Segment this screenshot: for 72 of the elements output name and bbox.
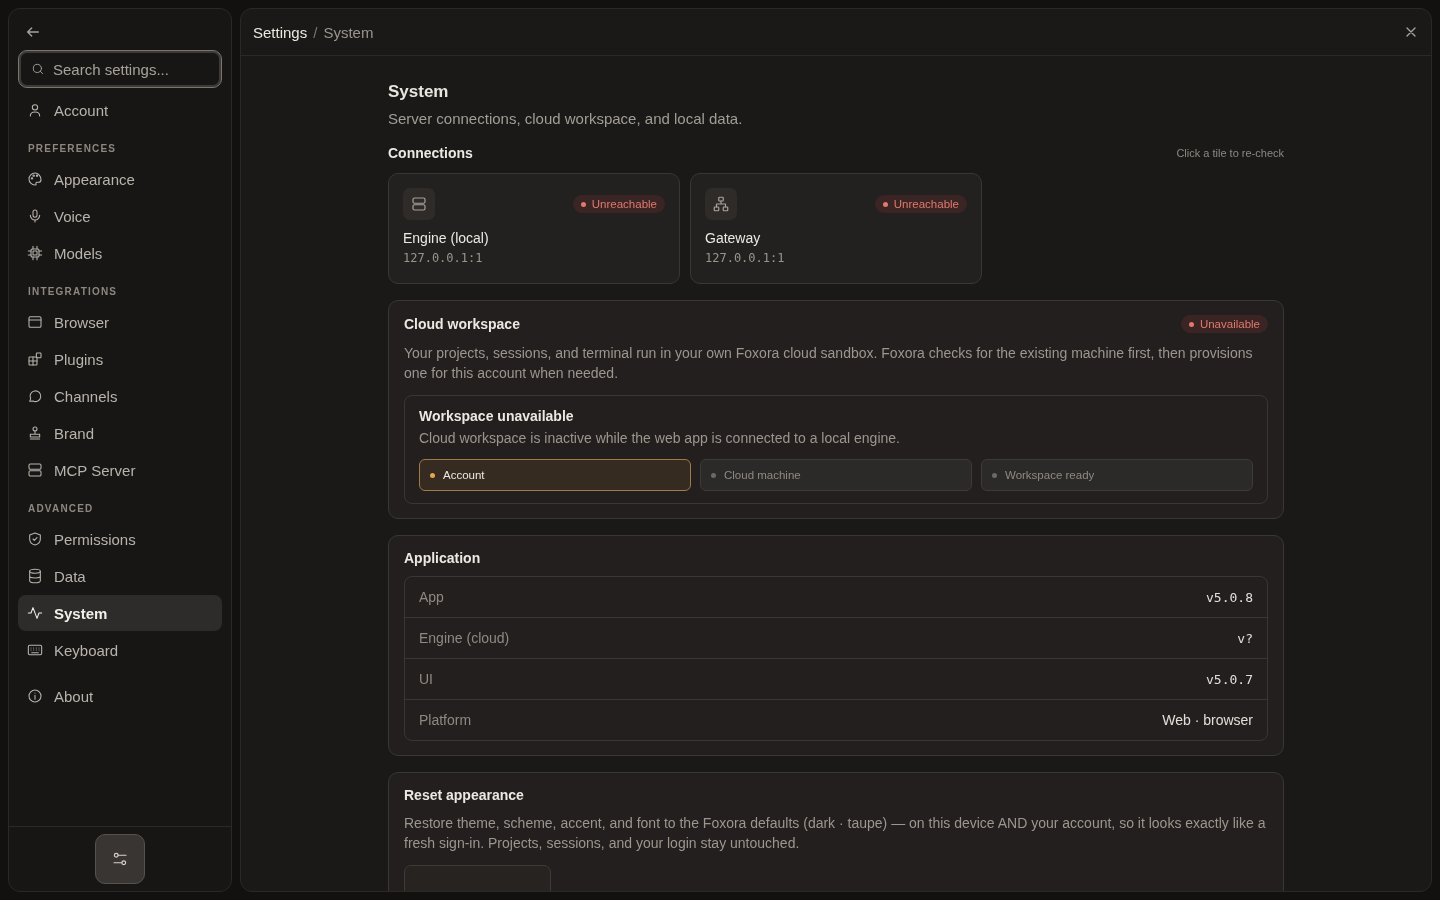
sidebar-item[interactable]: Keyboard — [18, 632, 222, 668]
search-field[interactable]: Search settings... — [18, 50, 222, 88]
sliders-button[interactable] — [95, 834, 145, 884]
status-badge: Unreachable — [572, 195, 665, 213]
info-value: v5.0.7 — [1206, 671, 1253, 687]
section-heading: PREFERENCES — [27, 142, 118, 156]
sidebar-item[interactable]: Brand — [18, 415, 222, 451]
chip-icon — [27, 245, 43, 261]
progress-step: Cloud machine — [700, 459, 972, 491]
sidebar-item[interactable]: Plugins — [18, 341, 222, 377]
sidebar-item[interactable]: Voice — [18, 198, 222, 234]
sidebar-item[interactable]: Browser — [18, 304, 222, 340]
page-title: System — [388, 82, 450, 102]
sidebar-item[interactable]: Channels — [18, 378, 222, 414]
sidebar-item[interactable]: Models — [18, 235, 222, 271]
palette-icon — [27, 171, 43, 187]
notice-text: Cloud workspace is inactive while the web app is connected to a local engine. — [419, 430, 901, 446]
card-title: Reset appearance — [404, 787, 524, 803]
info-value: v? — [1237, 630, 1253, 646]
info-label: App — [419, 589, 444, 605]
shield-icon — [27, 531, 43, 547]
person-icon — [27, 102, 43, 118]
sliders-icon — [111, 850, 129, 868]
chat-bubble-icon — [27, 388, 43, 404]
card-title: Cloud workspace — [404, 316, 520, 332]
database-icon — [27, 568, 43, 584]
progress-step: Account — [419, 459, 691, 491]
info-value: Web · browser — [1162, 712, 1253, 728]
microphone-icon — [27, 208, 43, 224]
info-value: v5.0.8 — [1206, 589, 1253, 605]
section-title: Connections — [388, 145, 473, 161]
blocks-icon — [27, 351, 43, 367]
window-icon — [27, 314, 43, 330]
info-label: Engine (cloud) — [419, 630, 510, 646]
sidebar-item[interactable]: About — [18, 678, 222, 714]
status-badge: Unavailable — [1180, 315, 1268, 333]
sidebar-item[interactable]: Data — [18, 558, 222, 594]
back-arrow-icon[interactable] — [25, 24, 41, 40]
hint-text: Click a tile to re-check — [1176, 147, 1284, 159]
search-icon — [31, 62, 45, 76]
sidebar-item[interactable]: Appearance — [18, 161, 222, 197]
sidebar-item[interactable]: MCP Server — [18, 452, 222, 488]
breadcrumb-current: System — [323, 23, 374, 41]
server-icon — [410, 195, 428, 213]
network-icon — [712, 195, 730, 213]
stamp-icon — [27, 425, 43, 441]
activity-icon — [27, 605, 43, 621]
info-label: Platform — [419, 712, 472, 728]
breadcrumb-separator: / — [313, 23, 318, 41]
sidebar-item[interactable]: Account — [18, 92, 222, 128]
sidebar-item[interactable]: System — [18, 595, 222, 631]
progress-step: Workspace ready — [981, 459, 1253, 491]
card-description: Restore theme, scheme, accent, and font to the Foxora defaults (dark · taupe) — on this device AND your account, so it looks exactly like a fresh sign-in. Projects, sessions, and your login stay untouched. — [404, 814, 1267, 853]
card-title: Application — [404, 550, 481, 566]
sidebar-item[interactable]: Permissions — [18, 521, 222, 557]
connection-name: Engine (local) — [403, 230, 489, 246]
connection-name: Gateway — [705, 230, 761, 246]
status-badge: Unreachable — [874, 195, 967, 213]
page-subtitle: Server connections, cloud workspace, and local data. — [388, 110, 744, 127]
card-description: Your projects, sessions, and terminal run in your own Foxora cloud sandbox. Foxora checks for the existing machine first, then provisions one for this account when needed. — [404, 344, 1254, 383]
notice-title: Workspace unavailable — [419, 408, 575, 424]
connection-address: 127.0.0.1:1 — [705, 251, 785, 265]
section-heading: ADVANCED — [27, 502, 95, 516]
breadcrumb-link[interactable]: Settings — [253, 23, 308, 41]
server-icon — [27, 462, 43, 478]
info-icon — [27, 688, 43, 704]
keyboard-icon — [27, 642, 43, 658]
section-heading: INTEGRATIONS — [27, 285, 119, 299]
connection-tile[interactable]: Unreachable Engine (local) 127.0.0.1:1 — [388, 173, 680, 284]
connection-address: 127.0.0.1:1 — [403, 251, 483, 265]
connection-tile[interactable]: Unreachable Gateway 127.0.0.1:1 — [690, 173, 982, 284]
info-label: UI — [419, 671, 433, 687]
